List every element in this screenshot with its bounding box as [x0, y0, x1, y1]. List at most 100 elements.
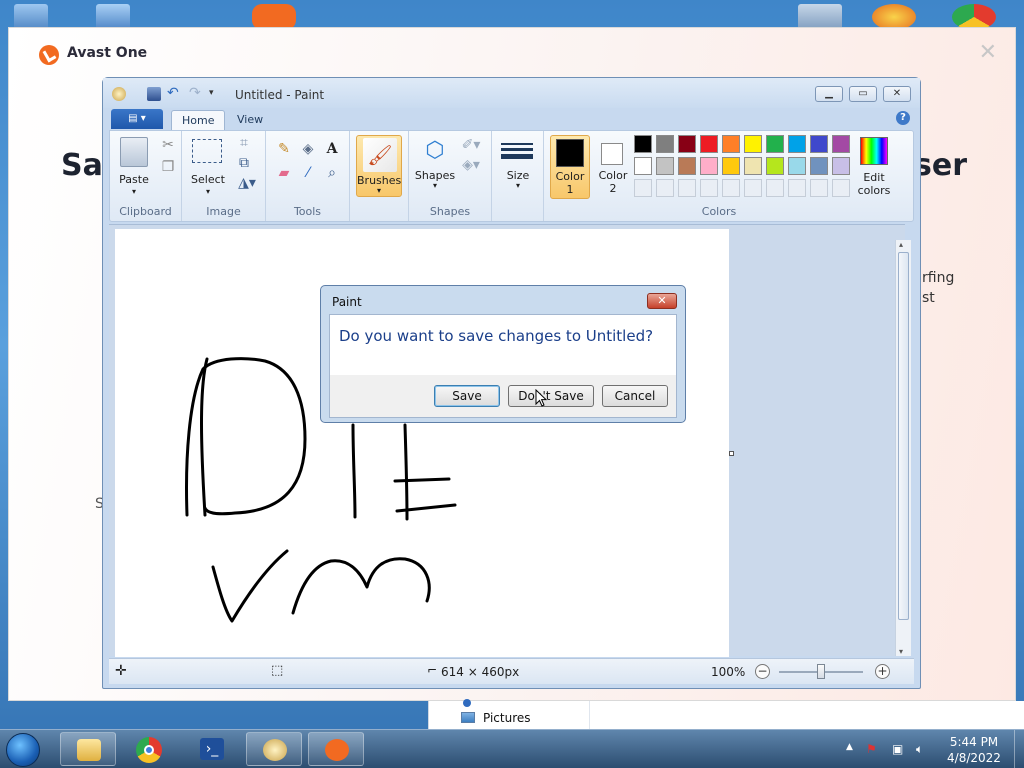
volume-icon[interactable]: 🔈︎: [916, 742, 923, 757]
palette-swatch[interactable]: [656, 135, 674, 153]
text-icon[interactable]: A: [322, 139, 342, 159]
palette-swatch[interactable]: [634, 157, 652, 175]
color2-button[interactable]: Color 2: [594, 135, 632, 199]
canvas-dimensions: 614 × 460px: [441, 665, 520, 679]
palette-swatch-empty[interactable]: [722, 179, 740, 197]
pencil-icon[interactable]: ✎: [274, 139, 294, 159]
shapes-icon[interactable]: ⬡: [421, 135, 449, 165]
vertical-scrollbar-thumb[interactable]: [898, 252, 909, 620]
resize-icon[interactable]: ⧉: [236, 155, 252, 171]
palette-swatch-empty[interactable]: [700, 179, 718, 197]
palette-swatch[interactable]: [700, 135, 718, 153]
crop-icon[interactable]: ⌗: [236, 135, 252, 151]
palette-swatch[interactable]: [678, 135, 696, 153]
minimize-button[interactable]: ▁: [815, 86, 843, 102]
chrome-icon: [136, 737, 162, 763]
taskbar-explorer[interactable]: [60, 732, 116, 766]
ribbon-tabs: ▤ ▾ Home View ?: [109, 108, 914, 130]
dont-save-button[interactable]: Don't Save: [508, 385, 594, 407]
palette-swatch[interactable]: [722, 135, 740, 153]
magnifier-icon[interactable]: ⌕: [322, 163, 342, 183]
palette-swatch-empty[interactable]: [744, 179, 762, 197]
fill-icon[interactable]: ◈: [298, 139, 318, 159]
palette-swatch-empty[interactable]: [788, 179, 806, 197]
taskbar-powershell[interactable]: ›_: [184, 732, 240, 766]
save-changes-dialog: Paint ✕ Do you want to save changes to U…: [320, 285, 686, 423]
zoom-in-icon[interactable]: +: [875, 664, 890, 679]
outline-icon[interactable]: ✐▾: [459, 137, 483, 153]
palette-swatch[interactable]: [788, 135, 806, 153]
copy-icon[interactable]: ❐: [160, 159, 176, 175]
cut-icon[interactable]: ✂: [160, 137, 176, 153]
palette-swatch[interactable]: [832, 135, 850, 153]
fill-shape-icon[interactable]: ◈▾: [459, 157, 483, 173]
avast-close-button[interactable]: ✕: [979, 40, 997, 65]
palette-swatch[interactable]: [722, 157, 740, 175]
paste-icon[interactable]: [120, 137, 148, 167]
palette-swatch-empty[interactable]: [832, 179, 850, 197]
zoom-out-icon[interactable]: −: [755, 664, 770, 679]
tab-home[interactable]: Home: [171, 110, 226, 130]
paint-icon[interactable]: [112, 87, 126, 101]
palette-swatch-empty[interactable]: [766, 179, 784, 197]
show-hidden-icons[interactable]: ▲: [846, 742, 853, 752]
palette-swatch-empty[interactable]: [634, 179, 652, 197]
palette-swatch-empty[interactable]: [656, 179, 674, 197]
cancel-button[interactable]: Cancel: [602, 385, 668, 407]
eraser-icon[interactable]: ▰: [274, 163, 294, 183]
rotate-icon[interactable]: ◮▾: [236, 175, 258, 191]
close-button[interactable]: ✕: [883, 86, 911, 102]
palette-swatch[interactable]: [744, 135, 762, 153]
zoom-slider-thumb[interactable]: [817, 664, 825, 679]
help-icon[interactable]: ?: [896, 111, 910, 125]
palette-swatch[interactable]: [766, 135, 784, 153]
palette-swatch[interactable]: [832, 157, 850, 175]
taskbar-paint[interactable]: [246, 732, 302, 766]
taskbar-avast[interactable]: [308, 732, 364, 766]
select-button[interactable]: Select: [186, 173, 230, 186]
color1-button[interactable]: Color 1: [550, 135, 590, 199]
flag-icon[interactable]: ⚑: [866, 742, 877, 756]
taskbar-chrome[interactable]: [122, 732, 178, 766]
palette-swatch[interactable]: [810, 135, 828, 153]
brushes-button[interactable]: 🖌 Brushes ▾: [356, 135, 402, 197]
network-icon[interactable]: ▣: [892, 742, 903, 756]
save-button[interactable]: Save: [434, 385, 500, 407]
redo-icon[interactable]: ↷: [189, 86, 203, 101]
palette-swatch[interactable]: [744, 157, 762, 175]
select-icon[interactable]: [192, 139, 222, 163]
palette-swatch[interactable]: [678, 157, 696, 175]
size-icon[interactable]: [500, 137, 534, 165]
customize-quick-access-icon[interactable]: ▾: [209, 87, 223, 101]
palette-swatch[interactable]: [634, 135, 652, 153]
explorer-item-pictures[interactable]: Pictures: [483, 711, 531, 725]
palette-swatch[interactable]: [656, 157, 674, 175]
vertical-scrollbar[interactable]: ▴ ▾: [895, 240, 911, 656]
paste-button[interactable]: Paste: [114, 173, 154, 186]
paint-window-title: Untitled - Paint: [235, 88, 325, 102]
explorer-window-fragment: Pictures: [428, 699, 1024, 729]
palette-swatch[interactable]: [766, 157, 784, 175]
powershell-icon: ›_: [200, 738, 224, 760]
start-icon[interactable]: [6, 733, 40, 767]
save-icon[interactable]: [147, 87, 161, 101]
maximize-button[interactable]: ▭: [849, 86, 877, 102]
palette-swatch[interactable]: [810, 157, 828, 175]
paint-titlebar[interactable]: ↶ ↷ ▾ Untitled - Paint ▁ ▭ ✕: [103, 78, 920, 108]
palette-swatch[interactable]: [788, 157, 806, 175]
mouse-cursor-icon: [535, 389, 548, 407]
tab-view[interactable]: View: [227, 110, 273, 130]
edit-colors-button[interactable]: Edit colors: [854, 135, 894, 199]
palette-swatch-empty[interactable]: [810, 179, 828, 197]
taskbar-clock[interactable]: 5:44 PM 4/8/2022: [944, 734, 1004, 766]
palette-swatch-empty[interactable]: [678, 179, 696, 197]
paint-menu-button[interactable]: ▤ ▾: [111, 109, 163, 129]
explorer-icon: [77, 739, 101, 761]
canvas-resize-handle[interactable]: [729, 451, 734, 456]
dialog-close-button[interactable]: ✕: [647, 293, 677, 309]
color-picker-icon[interactable]: ⁄: [298, 163, 318, 183]
show-desktop-button[interactable]: [1014, 730, 1024, 768]
avast-icon: [325, 739, 349, 761]
undo-icon[interactable]: ↶: [167, 86, 181, 101]
palette-swatch[interactable]: [700, 157, 718, 175]
